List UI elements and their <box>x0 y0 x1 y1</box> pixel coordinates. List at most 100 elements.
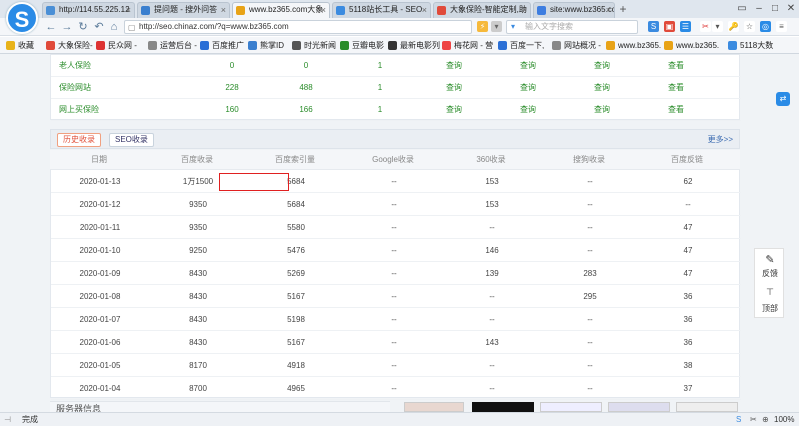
tab-close-icon[interactable]: × <box>221 3 226 17</box>
bookmark-item[interactable]: 网站概况 - <box>552 40 601 51</box>
table-cell: 1 <box>377 105 383 114</box>
bookmark-item[interactable]: 最新电影列 <box>388 40 440 51</box>
forward-icon[interactable]: → <box>60 20 74 34</box>
keyword-cell[interactable]: 老人保险 <box>59 55 179 77</box>
tools-status-icon[interactable]: ✂ <box>750 413 757 426</box>
thumbnail-image[interactable] <box>404 402 464 412</box>
table-cell[interactable]: 查看 <box>639 77 713 99</box>
list-icon[interactable]: ☰ <box>680 21 691 32</box>
thumbnail-image[interactable] <box>540 402 602 412</box>
maximize-icon[interactable]: □ <box>768 2 782 16</box>
table-cell: 36 <box>683 338 693 347</box>
bolt-icon[interactable]: ⚡ <box>477 21 488 32</box>
close-window-icon[interactable]: ✕ <box>784 2 798 16</box>
thumbnail-image[interactable] <box>676 402 738 412</box>
table-cell: 153 <box>485 177 499 186</box>
table-cell: 295 <box>583 292 597 301</box>
translate-icon[interactable]: ⇄ <box>776 92 790 106</box>
tab-close-icon[interactable]: × <box>422 3 427 17</box>
sogou-status-icon[interactable]: S <box>736 413 741 426</box>
key-icon[interactable]: 🔑 <box>728 21 739 32</box>
table-cell: 4918 <box>287 361 305 370</box>
tools-dropdown-icon[interactable]: ▾ <box>712 21 723 32</box>
browser-tab[interactable]: 大象保险-智能定制,助 × <box>433 2 531 18</box>
tab-close-icon[interactable]: × <box>126 3 131 17</box>
table-header: 日期 百度收录 百度索引量 Google收录 360收录 搜狗收录 百度反链 <box>50 150 740 170</box>
tools-icon[interactable]: ✂ <box>700 21 711 32</box>
tab-seo-index[interactable]: SEO收录 <box>109 133 154 147</box>
table-cell[interactable]: 查询 <box>565 55 639 77</box>
browser-tab[interactable]: 提问题 - 搜外问答 × <box>137 2 230 18</box>
bookmark-item[interactable]: 收藏 <box>6 40 34 51</box>
extension-icon[interactable]: ◎ <box>760 21 771 32</box>
bookmark-item[interactable]: 5118大数 <box>728 40 773 51</box>
edit-icon[interactable]: ✎ <box>755 253 785 266</box>
bookmark-item[interactable]: 百度推广 <box>200 40 244 51</box>
table-cell[interactable]: 查询 <box>491 99 565 121</box>
table-cell[interactable]: 查看 <box>639 99 713 121</box>
bookmark-item[interactable]: www.bz365. <box>664 40 719 51</box>
table-cell: 47 <box>683 246 693 255</box>
search-input[interactable]: ▾ 输入文字搜索 <box>506 20 638 34</box>
back-to-top-button[interactable]: 顶部 <box>755 303 785 314</box>
tab-close-icon[interactable]: × <box>606 3 611 17</box>
more-link[interactable]: 更多>> <box>708 134 733 145</box>
new-tab-icon[interactable]: + <box>617 3 629 15</box>
restore-icon[interactable]: ▭ <box>735 2 749 16</box>
bookmark-item[interactable]: 民众网 - <box>96 40 137 51</box>
back-icon[interactable]: ← <box>44 20 58 34</box>
bookmark-label: 5118大数 <box>740 41 774 50</box>
zoom-icon[interactable]: ⊕ <box>762 413 769 426</box>
minimize-icon[interactable]: – <box>752 2 766 16</box>
browser-tab[interactable]: 5118站长工具 - SEO × <box>332 2 431 18</box>
table-cell: -- <box>391 200 397 209</box>
table-cell[interactable]: 查询 <box>565 99 639 121</box>
bookmark-item[interactable]: 熊掌ID <box>248 40 284 51</box>
refresh-icon[interactable]: ↻ <box>76 20 90 34</box>
tab-close-icon[interactable]: × <box>522 3 527 17</box>
bookmark-item[interactable]: 运营后台 - <box>148 40 197 51</box>
table-cell: 2020-01-13 <box>79 177 121 186</box>
table-cell[interactable]: 查询 <box>417 99 491 121</box>
browser-tab[interactable]: www.bz365.com大象 × <box>232 2 330 18</box>
table-cell[interactable]: 查询 <box>417 77 491 99</box>
browser-tab[interactable]: http://114.55.225.12 × <box>42 2 135 18</box>
table-cell[interactable]: 查询 <box>491 77 565 99</box>
bookmark-item[interactable]: 梅花网 - 营 <box>442 40 493 51</box>
zoom-level[interactable]: 100% <box>774 413 794 426</box>
home-icon[interactable]: ⌂ <box>107 20 121 34</box>
star-icon[interactable]: ☆ <box>744 21 755 32</box>
undo-icon[interactable]: ↶ <box>92 20 106 34</box>
sogou-translate-icon[interactable]: S <box>648 21 659 32</box>
bookmark-item[interactable]: 百度一下, <box>498 40 544 51</box>
bookmark-label: 最新电影列 <box>400 41 440 50</box>
column-header: 360收录 <box>476 155 506 164</box>
browser-tab[interactable]: site:www.bz365.com× <box>533 2 615 18</box>
thumbnail-image[interactable] <box>472 402 534 412</box>
thumbnail-image[interactable] <box>608 402 670 412</box>
keyword-cell[interactable]: 保险网站 <box>59 77 179 99</box>
bookmark-label: 百度一下, <box>510 41 545 50</box>
table-cell[interactable]: 查看 <box>639 55 713 77</box>
video-icon[interactable]: ▣ <box>664 21 675 32</box>
dropdown-icon[interactable]: ▾ <box>491 21 502 32</box>
arrow-up-icon[interactable]: ⊤ <box>755 287 785 298</box>
bookmark-item[interactable]: www.bz365. <box>606 40 661 51</box>
bookmark-label: 运营后台 - <box>160 41 197 50</box>
table-cell[interactable]: 查询 <box>491 55 565 77</box>
table-cell[interactable]: 查询 <box>565 77 639 99</box>
keyword-cell[interactable]: 网上买保险 <box>59 99 179 121</box>
bookmark-item[interactable]: 豆瓣电影 <box>340 40 384 51</box>
bookmark-label: www.bz365. <box>618 41 662 50</box>
panel-toggle-icon[interactable]: ⊣ <box>4 413 11 426</box>
menu-icon[interactable]: ≡ <box>776 21 787 32</box>
bookmark-icon <box>498 41 507 50</box>
table-cell[interactable]: 查询 <box>417 55 491 77</box>
feedback-button[interactable]: 反馈 <box>755 268 785 279</box>
bookmark-item[interactable]: 时光新闻 <box>292 40 336 51</box>
tab-history-index[interactable]: 历史收录 <box>57 133 101 147</box>
sogou-browser-logo[interactable]: S <box>6 2 38 34</box>
address-bar[interactable]: ▢ http://seo.chinaz.com/?q=www.bz365.com <box>124 20 472 34</box>
bookmark-item[interactable]: 大象保险- <box>46 40 93 51</box>
tab-close-icon[interactable]: × <box>321 3 326 17</box>
